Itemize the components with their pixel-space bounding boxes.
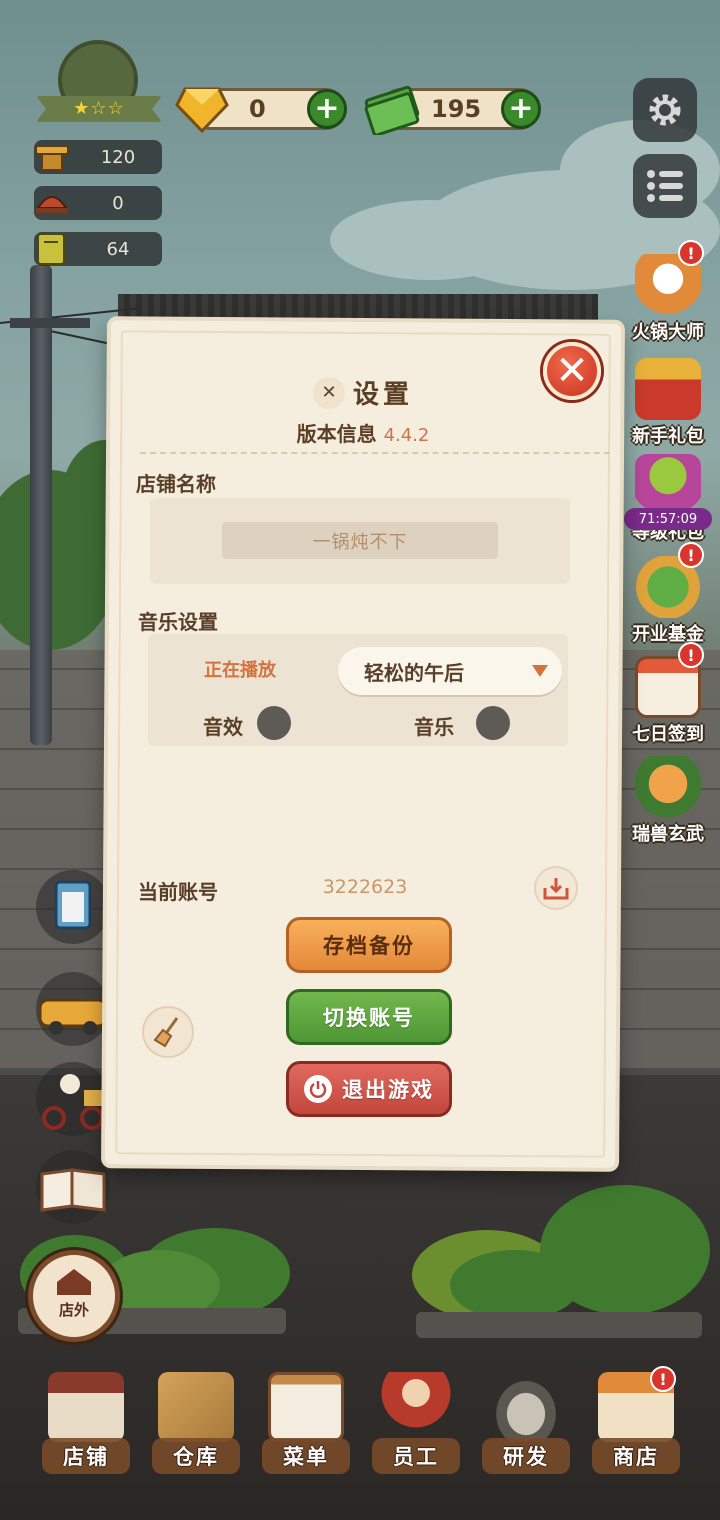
account-label: 当前账号 [138,880,218,904]
nav-research[interactable]: 研发 [478,1372,574,1474]
nav-warehouse[interactable]: 仓库 [148,1372,244,1474]
gear-icon [649,94,681,126]
reputation-stat: 64 [34,232,162,266]
gem-icon [175,87,229,133]
house-icon [57,1269,91,1295]
cash-icon [364,85,420,135]
music-settings-label: 音乐设置 [138,610,218,634]
clipboard-icon [54,880,92,930]
delivery-car-shortcut[interactable] [36,972,110,1046]
version-number: 4.4.2 [383,425,430,446]
event-auspicious-beast[interactable]: 瑞兽玄武 [620,756,716,846]
backup-save-button[interactable]: 存档备份 [286,917,452,973]
bush [450,1250,580,1320]
event-opening-fund[interactable]: 开业基金 ! [620,542,716,646]
account-id: 3222623 [322,876,408,898]
lucky-cat-icon [635,756,701,818]
utility-pole-crossbar [10,318,90,328]
cash-value: 195 [431,95,482,123]
sfx-label: 音效 [203,715,243,739]
exit-game-label: 退出游戏 [342,1078,434,1102]
cloud [330,200,530,280]
dialog-title: 设置 [352,380,413,410]
shop-name-field[interactable]: 一锅炖不下 [222,522,498,559]
power-icon [304,1075,332,1103]
gems-counter: 0 + [175,87,347,133]
event-starter-pack[interactable]: 新手礼包 [620,358,716,448]
download-save-button[interactable] [534,866,578,910]
alert-badge: ! [678,542,704,568]
dishes-stat: 0 [34,186,162,220]
event-seven-day-signin[interactable]: 七日签到 ! [620,642,716,746]
task-clipboard-shortcut[interactable] [36,870,110,944]
nav-shop-building[interactable]: 店铺 [38,1372,134,1474]
reputation-value: 64 [106,238,130,260]
nav-menu[interactable]: 菜单 [258,1372,354,1474]
seats-value: 120 [100,146,136,168]
tools-icon: ✕ [312,376,345,409]
music-toggle[interactable] [476,706,510,740]
add-cash-button[interactable]: + [501,89,541,129]
cloche-icon [36,196,68,213]
go-outside-button[interactable]: 店外 [28,1250,120,1342]
shop-name-label: 店铺名称 [136,472,216,496]
level-pack-timer: 71:57:09 [624,508,712,530]
taxi-icon [38,998,108,1035]
wok-icon [488,1372,564,1442]
utility-pole [30,265,52,745]
download-tray-icon [543,878,569,900]
scroll-icon [37,233,65,265]
book-icon [40,1168,106,1212]
now-playing-label: 正在播放 [204,660,276,681]
broom-icon [153,1017,179,1048]
rank-stars-icon: ★☆☆ [73,98,125,119]
dropdown-arrow-icon [532,665,548,677]
music-track-value: 轻松的午后 [364,660,464,685]
cash-counter: 195 + [364,85,541,135]
version-info: 版本信息 4.4.2 [108,418,618,447]
add-gems-button[interactable]: + [307,89,347,129]
dialog-header: ✕ 设置 [108,374,618,411]
menu-list-button[interactable] [633,154,697,218]
gift-box-icon [635,358,701,420]
waitress-icon [378,1372,454,1442]
clear-cache-button[interactable] [142,1006,194,1058]
version-label: 版本信息 [296,422,377,446]
nav-store[interactable]: 商店 ! [588,1366,684,1474]
crates-icon [158,1372,234,1442]
planter [416,1312,702,1338]
treasure-bowl-icon [635,454,701,516]
storefront-icon [48,1372,124,1442]
music-label: 音乐 [414,715,454,739]
dishes-value: 0 [112,192,124,214]
rider-icon [42,1074,104,1130]
restaurant-rank-badge[interactable]: ★☆☆ [36,40,162,126]
menu-clipboard-icon [268,1372,344,1442]
switch-account-button[interactable]: 切换账号 [286,989,452,1045]
settings-button[interactable] [633,78,697,142]
delivery-rider-shortcut[interactable] [36,1062,110,1136]
alert-badge: ! [650,1366,676,1392]
nav-staff[interactable]: 员工 [368,1372,464,1474]
alert-badge: ! [678,642,704,668]
music-track-select[interactable]: 轻松的午后 [338,647,562,695]
event-hotpot-master[interactable]: 火锅大师 ! [620,240,716,344]
sfx-toggle[interactable] [257,706,291,740]
table-icon [35,145,69,171]
event-level-pack[interactable]: 71:57:09 等级礼包 [620,454,716,544]
exit-game-button[interactable]: 退出游戏 [286,1061,452,1117]
list-icon [647,170,683,202]
gems-value: 0 [249,95,266,123]
alert-badge: ! [678,240,704,266]
seats-stat: 120 [34,140,162,174]
recipe-book-shortcut[interactable] [36,1150,110,1224]
divider [140,452,610,454]
